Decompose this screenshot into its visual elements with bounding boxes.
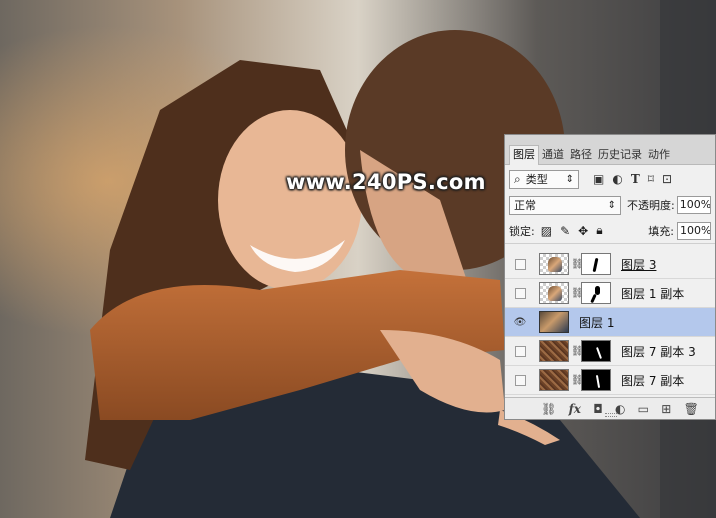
- layer-thumbnail: [539, 282, 569, 304]
- fill-input[interactable]: 100%: [677, 221, 711, 240]
- layer-name: 图层 3: [621, 257, 657, 272]
- layer-row[interactable]: ⛓ 图层 7 副本 3: [505, 337, 715, 366]
- layer-thumbnail: [539, 253, 569, 275]
- trash-icon[interactable]: 🗑︎: [684, 402, 699, 416]
- layer-thumbnail: [539, 369, 569, 391]
- hidden-box-icon: [514, 258, 526, 270]
- lock-image-brush-icon[interactable]: ✎: [560, 224, 570, 238]
- smart-object-filter-icon[interactable]: ⊡: [662, 172, 672, 186]
- tab-actions[interactable]: 动作: [645, 146, 673, 164]
- select-arrows-icon: ⇕: [607, 199, 616, 211]
- opacity-label: 不透明度:: [627, 199, 675, 212]
- panel-tabs: 图层 通道 路径 历史记录 动作: [505, 135, 715, 165]
- layer-mask-thumbnail[interactable]: [581, 282, 611, 304]
- filter-row: ⌕ 类型 ⇕ ▣ ◐ T ⌑ ⊡: [505, 166, 715, 192]
- visibility-toggle[interactable]: [513, 286, 527, 300]
- layer-row[interactable]: ⛓ 图层 3: [505, 250, 715, 279]
- visibility-toggle[interactable]: [513, 344, 527, 358]
- lock-row: 锁定: ▨ ✎ ✥ 🔒︎ 填充: 100%: [505, 218, 715, 244]
- lock-transparent-icon[interactable]: ▨: [541, 224, 552, 238]
- filter-icons: ▣ ◐ T ⌑ ⊡: [593, 172, 672, 186]
- visibility-toggle[interactable]: [513, 373, 527, 387]
- layer-name: 图层 7 副本 3: [621, 344, 696, 359]
- layer-mask-thumbnail[interactable]: [581, 253, 611, 275]
- select-arrows-icon: ⇕: [565, 173, 574, 185]
- tab-channels[interactable]: 通道: [539, 146, 567, 164]
- tab-layers[interactable]: 图层: [509, 145, 539, 165]
- layer-name: 图层 1: [579, 315, 615, 330]
- layer-mask-thumbnail[interactable]: [581, 369, 611, 391]
- pixel-layer-filter-icon[interactable]: ▣: [593, 172, 604, 186]
- eye-icon[interactable]: 👁︎: [513, 315, 527, 329]
- opacity-input[interactable]: 100%: [676, 196, 711, 214]
- layer-thumbnail: [539, 340, 569, 362]
- blend-mode-value: 正常: [514, 199, 536, 212]
- hidden-box-icon: [514, 345, 526, 357]
- blend-mode-select[interactable]: 正常 ⇕: [509, 195, 621, 215]
- layer-row-selected[interactable]: 👁︎ 图层 1: [505, 308, 715, 337]
- layer-name: 图层 7 副本: [621, 373, 685, 388]
- layer-row[interactable]: ⛓ 图层 1 副本: [505, 279, 715, 308]
- hidden-box-icon: [514, 374, 526, 386]
- blend-row: 正常 ⇕ 不透明度: 100%: [505, 192, 715, 218]
- tab-paths[interactable]: 路径: [567, 146, 595, 164]
- layer-mask-thumbnail[interactable]: [581, 340, 611, 362]
- tab-history[interactable]: 历史记录: [595, 146, 645, 164]
- new-layer-icon[interactable]: ⊞: [661, 402, 671, 416]
- add-mask-icon[interactable]: ◘: [593, 402, 603, 416]
- layers-panel: 图层 通道 路径 历史记录 动作 ⌕ 类型 ⇕ ▣ ◐ T ⌑ ⊡ 正常 ⇕ 不…: [504, 134, 716, 420]
- new-group-folder-icon[interactable]: ▭: [638, 402, 649, 416]
- layers-list: ⛓ 图层 3 ⛓ 图层 1 副本 👁︎ 图层 1 ⛓ 图层 7 副本 3 ⛓ 图…: [505, 250, 715, 395]
- lock-position-move-icon[interactable]: ✥: [578, 224, 588, 238]
- link-layers-icon[interactable]: ⛓: [541, 402, 556, 416]
- lock-label: 锁定:: [509, 224, 535, 238]
- resize-grip[interactable]: [605, 413, 617, 417]
- shape-layer-filter-icon[interactable]: ⌑: [648, 172, 654, 186]
- layer-row[interactable]: ⛓ 图层 7 副本: [505, 366, 715, 395]
- link-icon[interactable]: ⛓: [571, 375, 584, 386]
- adjustment-layer-filter-icon[interactable]: ◐: [612, 172, 622, 186]
- filter-type-label: 类型: [525, 173, 548, 186]
- lock-all-icon[interactable]: 🔒︎: [596, 223, 602, 238]
- link-icon[interactable]: ⛓: [571, 346, 584, 357]
- fx-icon[interactable]: fx: [569, 402, 581, 416]
- hidden-box-icon: [514, 287, 526, 299]
- filter-type-select[interactable]: ⌕ 类型 ⇕: [509, 169, 579, 189]
- search-icon: ⌕: [514, 171, 521, 186]
- fill-label: 填充:: [648, 224, 674, 238]
- layer-thumbnail: [539, 311, 569, 333]
- watermark-text: www.240PS.com: [286, 170, 486, 194]
- layer-name: 图层 1 副本: [621, 286, 685, 301]
- visibility-toggle[interactable]: [513, 257, 527, 271]
- type-layer-filter-icon[interactable]: T: [631, 172, 640, 186]
- link-icon[interactable]: ⛓: [571, 288, 584, 299]
- link-icon[interactable]: ⛓: [571, 259, 584, 270]
